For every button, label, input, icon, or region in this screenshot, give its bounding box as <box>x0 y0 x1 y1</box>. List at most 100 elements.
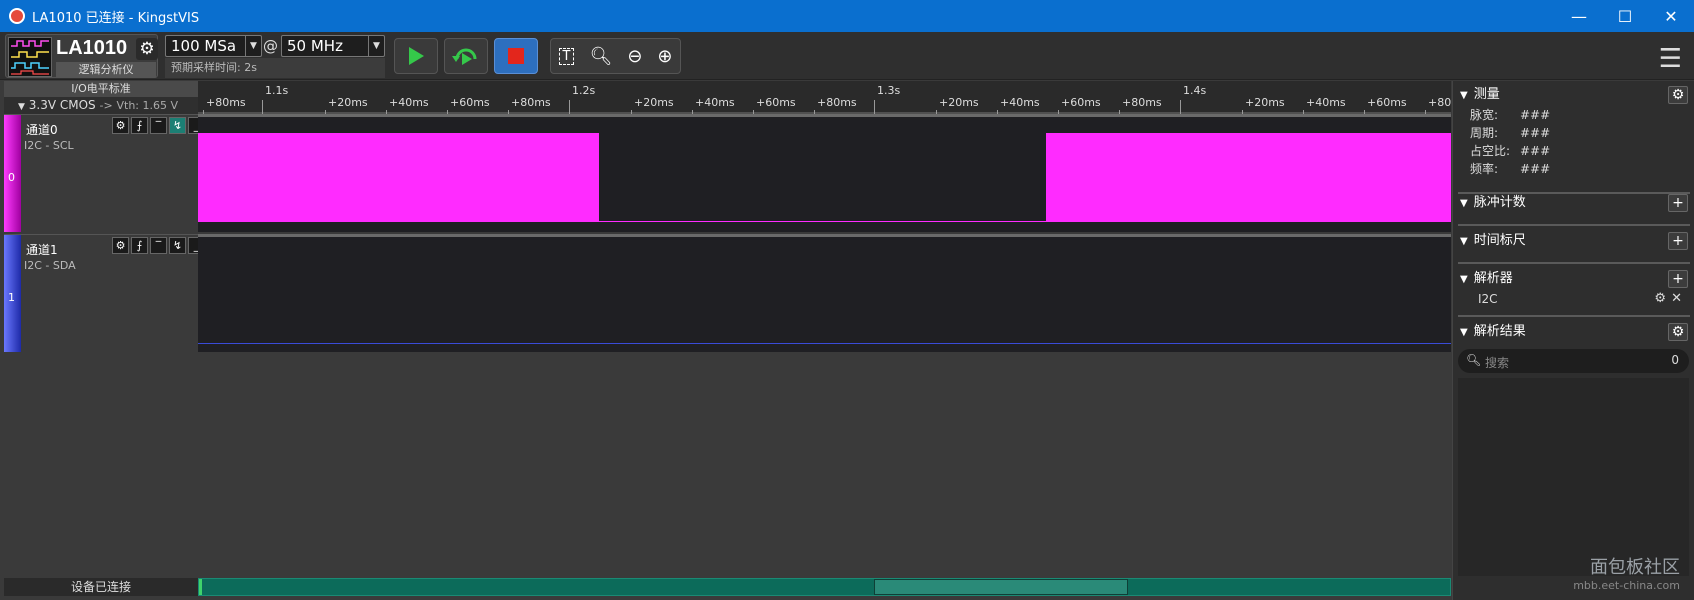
maximize-button[interactable]: ☐ <box>1602 0 1648 32</box>
pulse-count-section: ▼ 脉冲计数 + <box>1458 192 1690 226</box>
triangle-down-icon: ▼ <box>1460 274 1468 285</box>
zoom-out-icon[interactable]: ⊖ <box>627 46 642 67</box>
right-panel: ▼ 测量 ⚙ 脉宽: ### 周期: ### 占空比: ### 频率: ### ▼ 脉冲计数… <box>1452 81 1694 600</box>
measure-label: 脉宽: <box>1470 108 1499 122</box>
falling-edge-icon[interactable]: ↯ <box>169 117 186 134</box>
high-level-icon[interactable]: ‾ <box>150 117 167 134</box>
measure-row: 频率: ### <box>1458 160 1690 178</box>
ruler-minor-label: +20ms <box>939 96 979 109</box>
sample-depth-select[interactable]: 100 MSa ▼ <box>165 35 262 57</box>
add-time-ruler-button[interactable]: + <box>1668 232 1688 250</box>
rising-edge-icon[interactable]: ⨍ <box>131 117 148 134</box>
high-level-icon[interactable]: ‾ <box>150 237 167 254</box>
divider <box>1458 262 1690 264</box>
zoom-in-icon[interactable]: ⊕ <box>657 46 672 67</box>
add-analyzer-button[interactable]: + <box>1668 270 1688 288</box>
ruler-minor-label: +20ms <box>634 96 674 109</box>
io-standard-select[interactable]: ▼ 3.3V CMOS -> Vth: 1.65 V <box>4 97 198 114</box>
ruler-minor-label: +40ms <box>1306 96 1346 109</box>
device-settings-gear-icon[interactable]: ⚙ <box>136 38 158 60</box>
results-search-input[interactable]: 🔍︎ 搜索 0 <box>1458 349 1689 373</box>
io-threshold: Vth: 1.65 V <box>116 99 179 112</box>
ruler-minor-label: +20ms <box>1245 96 1285 109</box>
repeat-start-button[interactable] <box>444 38 488 74</box>
overview-viewport-handle[interactable] <box>874 579 1128 595</box>
time-ruler-section: ▼ 时间标尺 + <box>1458 230 1690 264</box>
channel-0-protocol: I2C - SCL <box>24 139 74 152</box>
sample-rate-select[interactable]: 50 MHz ▼ <box>281 35 385 57</box>
pulse-count-header[interactable]: ▼ 脉冲计数 <box>1458 192 1690 214</box>
text-tool-icon[interactable]: T <box>558 47 575 65</box>
falling-edge-icon[interactable]: ↯ <box>169 237 186 254</box>
analyzer-remove-close-icon[interactable]: ✕ <box>1671 290 1682 308</box>
channel-0-name: 通道0 <box>26 123 58 137</box>
measure-label: 频率: <box>1470 162 1499 176</box>
stop-button[interactable] <box>494 38 538 74</box>
settings-gear-icon[interactable]: ⚙ <box>112 237 129 254</box>
title-bar: LA1010 已连接 - KingstVIS — ☐ ✕ <box>0 0 1694 32</box>
triangle-down-icon: ▼ <box>1460 90 1468 101</box>
ruler-minor-label: +40ms <box>1000 96 1040 109</box>
results-list[interactable] <box>1458 378 1689 576</box>
measure-row: 占空比: ### <box>1458 142 1690 160</box>
close-button[interactable]: ✕ <box>1648 0 1694 32</box>
results-count: 0 <box>1671 353 1679 367</box>
chevron-down-icon: ▼ <box>245 36 261 56</box>
settings-gear-icon[interactable]: ⚙ <box>112 117 129 134</box>
minimize-button[interactable]: — <box>1556 0 1602 32</box>
add-pulse-count-button[interactable]: + <box>1668 194 1688 212</box>
measure-value: ### <box>1520 162 1551 176</box>
channel-1-waveform[interactable] <box>198 234 1451 352</box>
ruler-minor-label: +80ms <box>1122 96 1162 109</box>
analyzer-settings-gear-icon[interactable]: ⚙ <box>1654 290 1666 308</box>
signal-low-segment <box>599 221 1046 222</box>
channel-1-protocol: I2C - SDA <box>24 259 76 272</box>
analyzer-title: 解析器 <box>1473 271 1513 286</box>
ruler-major-label: 1.1s <box>265 84 289 97</box>
pulse-count-title: 脉冲计数 <box>1473 195 1526 210</box>
hamburger-menu-icon[interactable]: ☰ <box>1659 44 1682 74</box>
expected-sample-time: 预期采样时间: 2s <box>165 58 385 78</box>
time-ruler[interactable]: 1.1s 1.2s 1.3s 1.4s +80ms +20ms +40ms +60ms… <box>198 81 1451 114</box>
zoom-area-icon[interactable]: 🔍︎ <box>589 46 612 67</box>
analyzer-header[interactable]: ▼ 解析器 <box>1458 268 1690 290</box>
ruler-major-label: 1.4s <box>1183 84 1207 97</box>
triangle-down-icon: ▼ <box>1460 327 1468 338</box>
start-button[interactable] <box>394 38 438 74</box>
analyzer-item[interactable]: I2C ⚙ ✕ <box>1458 290 1690 308</box>
signal-high-segment <box>1046 133 1451 222</box>
ruler-minor-label: +40ms <box>389 96 429 109</box>
search-icon: 🔍︎ <box>1466 353 1482 367</box>
io-standard-value: 3.3V CMOS <box>28 98 96 112</box>
signal-high-segment <box>198 133 599 222</box>
chevron-down-icon: ▼ <box>368 36 384 56</box>
ruler-minor-label: +80ms <box>511 96 551 109</box>
measure-label: 占空比: <box>1470 144 1511 158</box>
measure-header[interactable]: ▼ 测量 <box>1458 84 1690 106</box>
channel-0-panel[interactable]: 0 通道0 I2C - SCL ⚙ ⨍ ‾ ↯ _ <box>4 114 205 232</box>
channel-0-waveform[interactable] <box>198 114 1451 232</box>
analyzer-section: ▼ 解析器 + I2C ⚙ ✕ <box>1458 268 1690 317</box>
channel-1-name: 通道1 <box>26 243 58 257</box>
rising-edge-icon[interactable]: ⨍ <box>131 237 148 254</box>
overview-scrollbar[interactable] <box>198 578 1451 596</box>
measure-settings-gear-icon[interactable]: ⚙ <box>1668 86 1688 104</box>
view-tools: T 🔍︎ ⊖ ⊕ <box>550 38 681 74</box>
ruler-major-tick <box>262 100 263 114</box>
ruler-minor-label: +60ms <box>1061 96 1101 109</box>
io-arrow: -> <box>99 99 113 112</box>
ruler-major-tick <box>874 100 875 114</box>
watermark-url: mbb.eet-china.com <box>1573 579 1680 592</box>
results-title: 解析结果 <box>1473 324 1526 339</box>
results-header[interactable]: ▼ 解析结果 <box>1458 321 1690 343</box>
results-settings-gear-icon[interactable]: ⚙ <box>1668 323 1688 341</box>
ruler-minor-label: +80ms <box>817 96 857 109</box>
app-icon <box>9 8 25 24</box>
window-title: LA1010 已连接 - KingstVIS <box>32 10 200 26</box>
channel-1-panel[interactable]: 1 通道1 I2C - SDA ⚙ ⨍ ‾ ↯ _ <box>4 234 205 352</box>
device-subtitle: 逻辑分析仪 <box>56 62 156 77</box>
time-ruler-header[interactable]: ▼ 时间标尺 <box>1458 230 1690 252</box>
ruler-minor-label: +60ms <box>756 96 796 109</box>
ruler-minor-label: +60ms <box>1367 96 1407 109</box>
ruler-minor-label: +80ms <box>206 96 246 109</box>
